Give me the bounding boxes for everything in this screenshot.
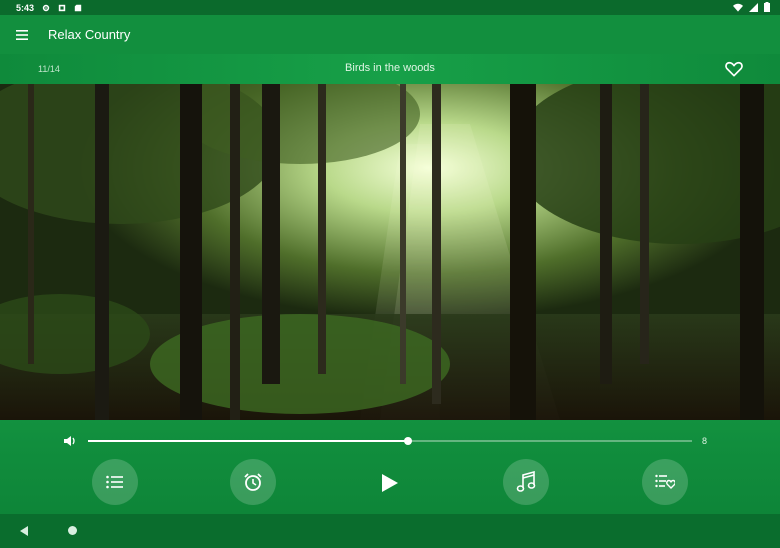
music-note-icon: [516, 471, 536, 492]
music-button[interactable]: [503, 459, 549, 505]
play-icon: [382, 474, 398, 492]
status-time: 5:43: [16, 2, 35, 13]
nav-home-button[interactable]: [68, 526, 77, 535]
forest-scene-image: [0, 84, 780, 420]
alarm-clock-icon: [244, 473, 262, 491]
system-nav-bar: [0, 514, 780, 548]
volume-slider-thumb[interactable]: [404, 437, 413, 445]
signal-icon: [749, 2, 758, 14]
notification-icon: [58, 4, 66, 12]
nav-back-button[interactable]: [18, 524, 30, 536]
wifi-icon: [733, 3, 743, 14]
list-heart-icon: [655, 474, 675, 489]
sd-card-icon: [74, 4, 82, 12]
volume-slider-fill: [88, 440, 409, 442]
timer-button[interactable]: [230, 459, 276, 505]
app-bar: Relax Country: [0, 15, 780, 54]
status-bar: 5:43: [0, 0, 780, 15]
status-right: [733, 2, 770, 14]
volume-value: 8: [702, 436, 708, 446]
play-button[interactable]: [377, 470, 403, 496]
heart-outline-icon: [725, 61, 743, 77]
volume-slider[interactable]: [88, 437, 692, 445]
list-icon: [106, 475, 123, 489]
track-bar: 11/14 Birds in the woods: [0, 54, 780, 84]
player-controls: 8: [0, 420, 780, 514]
app-title: Relax Country: [48, 27, 131, 42]
menu-button[interactable]: [10, 23, 34, 47]
track-title: Birds in the woods: [345, 62, 435, 74]
playlist-button[interactable]: [92, 459, 138, 505]
favorite-button[interactable]: [724, 59, 744, 79]
gear-icon: [42, 4, 50, 12]
hamburger-menu-icon: [16, 29, 28, 40]
favorites-list-button[interactable]: [642, 459, 688, 505]
battery-icon: [764, 2, 770, 14]
back-triangle-icon: [20, 526, 28, 536]
speaker-icon: [63, 434, 77, 448]
